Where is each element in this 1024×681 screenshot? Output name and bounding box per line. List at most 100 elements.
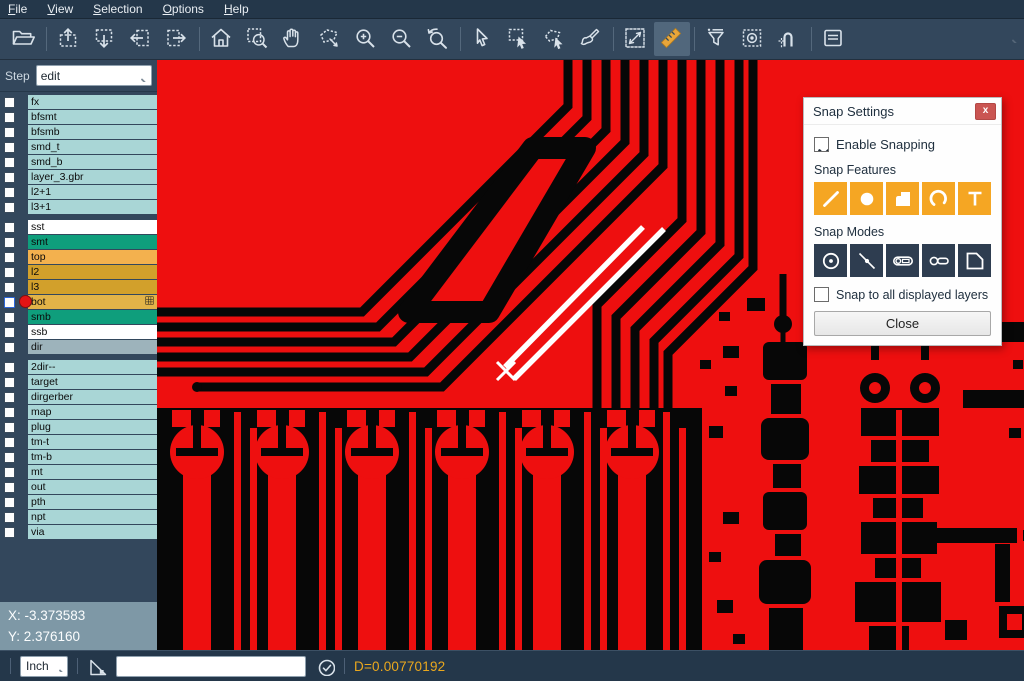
menu-item-selection[interactable]: Selection [93, 2, 142, 16]
layer-row-smd_b[interactable]: smd_b [0, 155, 157, 169]
layer-visibility-checkbox[interactable] [4, 467, 15, 478]
snap-magnet-button[interactable] [771, 22, 807, 56]
layer-visibility-checkbox[interactable] [4, 452, 15, 463]
layer-name[interactable]: target [28, 375, 157, 389]
enable-snapping-checkbox[interactable] [814, 137, 829, 152]
layer-name[interactable]: l2 [28, 265, 157, 279]
home-button[interactable] [204, 22, 240, 56]
layer-visibility-checkbox[interactable] [4, 497, 15, 508]
pan-hand-button[interactable] [276, 22, 312, 56]
layer-name[interactable]: dir [28, 340, 157, 354]
snap-all-layers-checkbox[interactable] [814, 287, 829, 302]
layer-row-pth[interactable]: pth [0, 495, 157, 509]
layer-visibility-checkbox[interactable] [4, 327, 15, 338]
filter-button[interactable] [699, 22, 735, 56]
pan-right-button[interactable] [159, 22, 195, 56]
select-brush-button[interactable] [573, 22, 609, 56]
step-select[interactable]: edit [36, 65, 152, 86]
layer-visibility-checkbox[interactable] [4, 437, 15, 448]
zoom-out-button[interactable] [384, 22, 420, 56]
snap-feature-pad-button[interactable] [850, 182, 883, 215]
layer-visibility-checkbox[interactable] [4, 187, 15, 198]
select-polygon-button[interactable] [537, 22, 573, 56]
layer-visibility-checkbox[interactable] [4, 112, 15, 123]
layer-name[interactable]: fx [28, 95, 157, 109]
layer-visibility-checkbox[interactable] [4, 142, 15, 153]
layer-name[interactable]: l3+1 [28, 200, 157, 214]
snap-mode-slot-a-button[interactable] [886, 244, 919, 277]
layer-visibility-checkbox[interactable] [4, 297, 15, 308]
layer-row-out[interactable]: out [0, 480, 157, 494]
layer-row-tm-b[interactable]: tm-b [0, 450, 157, 464]
unit-select[interactable]: Inch [20, 656, 68, 677]
layer-visibility-checkbox[interactable] [4, 422, 15, 433]
layer-row-layer_3.gbr[interactable]: layer_3.gbr [0, 170, 157, 184]
pan-left-button[interactable] [123, 22, 159, 56]
layer-visibility-checkbox[interactable] [4, 127, 15, 138]
snap-feature-surface-button[interactable] [886, 182, 919, 215]
zoom-window-button[interactable] [240, 22, 276, 56]
sync-check-icon[interactable] [315, 656, 335, 676]
layer-visibility-checkbox[interactable] [4, 172, 15, 183]
layer-name[interactable]: 2dir-- [28, 360, 157, 374]
layer-name[interactable]: smd_t [28, 140, 157, 154]
menu-item-view[interactable]: View [47, 2, 73, 16]
zoom-in-button[interactable] [348, 22, 384, 56]
layer-visibility-checkbox[interactable] [4, 157, 15, 168]
layer-row-via[interactable]: via [0, 525, 157, 539]
layer-row-bot[interactable]: bot [0, 295, 157, 309]
layer-visibility-checkbox[interactable] [4, 527, 15, 538]
view-filter-button[interactable] [735, 22, 771, 56]
layer-visibility-checkbox[interactable] [4, 362, 15, 373]
layer-visibility-checkbox[interactable] [4, 267, 15, 278]
layer-name[interactable]: via [28, 525, 157, 539]
snap-feature-arc-button[interactable] [922, 182, 955, 215]
close-button[interactable]: Close [814, 311, 991, 336]
layer-row-bfsmb[interactable]: bfsmb [0, 125, 157, 139]
menu-item-help[interactable]: Help [224, 2, 249, 16]
layer-row-dir[interactable]: dir [0, 340, 157, 354]
layer-visibility-checkbox[interactable] [4, 377, 15, 388]
layer-row-plug[interactable]: plug [0, 420, 157, 434]
layer-name[interactable]: npt [28, 510, 157, 524]
layer-name[interactable]: ssb [28, 325, 157, 339]
layer-name[interactable]: l3 [28, 280, 157, 294]
dialog-titlebar[interactable]: Snap Settings x [804, 98, 1001, 125]
layer-visibility-checkbox[interactable] [4, 392, 15, 403]
layer-row-tm-t[interactable]: tm-t [0, 435, 157, 449]
snap-mode-line-point-button[interactable] [850, 244, 883, 277]
layer-row-target[interactable]: target [0, 375, 157, 389]
layer-row-smb[interactable]: smb [0, 310, 157, 324]
measure-input[interactable] [116, 656, 306, 677]
layer-row-top[interactable]: top [0, 250, 157, 264]
layer-name[interactable]: dirgerber [28, 390, 157, 404]
layer-name[interactable]: pth [28, 495, 157, 509]
layer-row-mt[interactable]: mt [0, 465, 157, 479]
snap-feature-text-button[interactable] [958, 182, 991, 215]
layer-name[interactable]: top [28, 250, 157, 264]
layer-name[interactable]: smd_b [28, 155, 157, 169]
layer-name[interactable]: bot [28, 295, 157, 309]
zoom-polygon-button[interactable] [312, 22, 348, 56]
layer-visibility-checkbox[interactable] [4, 282, 15, 293]
select-arrow-button[interactable] [465, 22, 501, 56]
layer-row-dirgerber[interactable]: dirgerber [0, 390, 157, 404]
grid-icon[interactable] [145, 296, 154, 308]
layer-row-l3+1[interactable]: l3+1 [0, 200, 157, 214]
layer-name[interactable]: smb [28, 310, 157, 324]
layer-name[interactable]: tm-t [28, 435, 157, 449]
snap-all-layers-row[interactable]: Snap to all displayed layers [814, 287, 991, 302]
layer-visibility-checkbox[interactable] [4, 312, 15, 323]
layer-visibility-checkbox[interactable] [4, 407, 15, 418]
layer-visibility-checkbox[interactable] [4, 202, 15, 213]
layer-name[interactable]: layer_3.gbr [28, 170, 157, 184]
layer-name[interactable]: bfsmb [28, 125, 157, 139]
snap-feature-line-button[interactable] [814, 182, 847, 215]
layer-name[interactable]: bfsmt [28, 110, 157, 124]
layer-row-smt[interactable]: smt [0, 235, 157, 249]
folder-open-button[interactable] [6, 22, 42, 56]
layer-name[interactable]: smt [28, 235, 157, 249]
layer-name[interactable]: out [28, 480, 157, 494]
zoom-previous-button[interactable] [420, 22, 456, 56]
layer-row-sst[interactable]: sst [0, 220, 157, 234]
